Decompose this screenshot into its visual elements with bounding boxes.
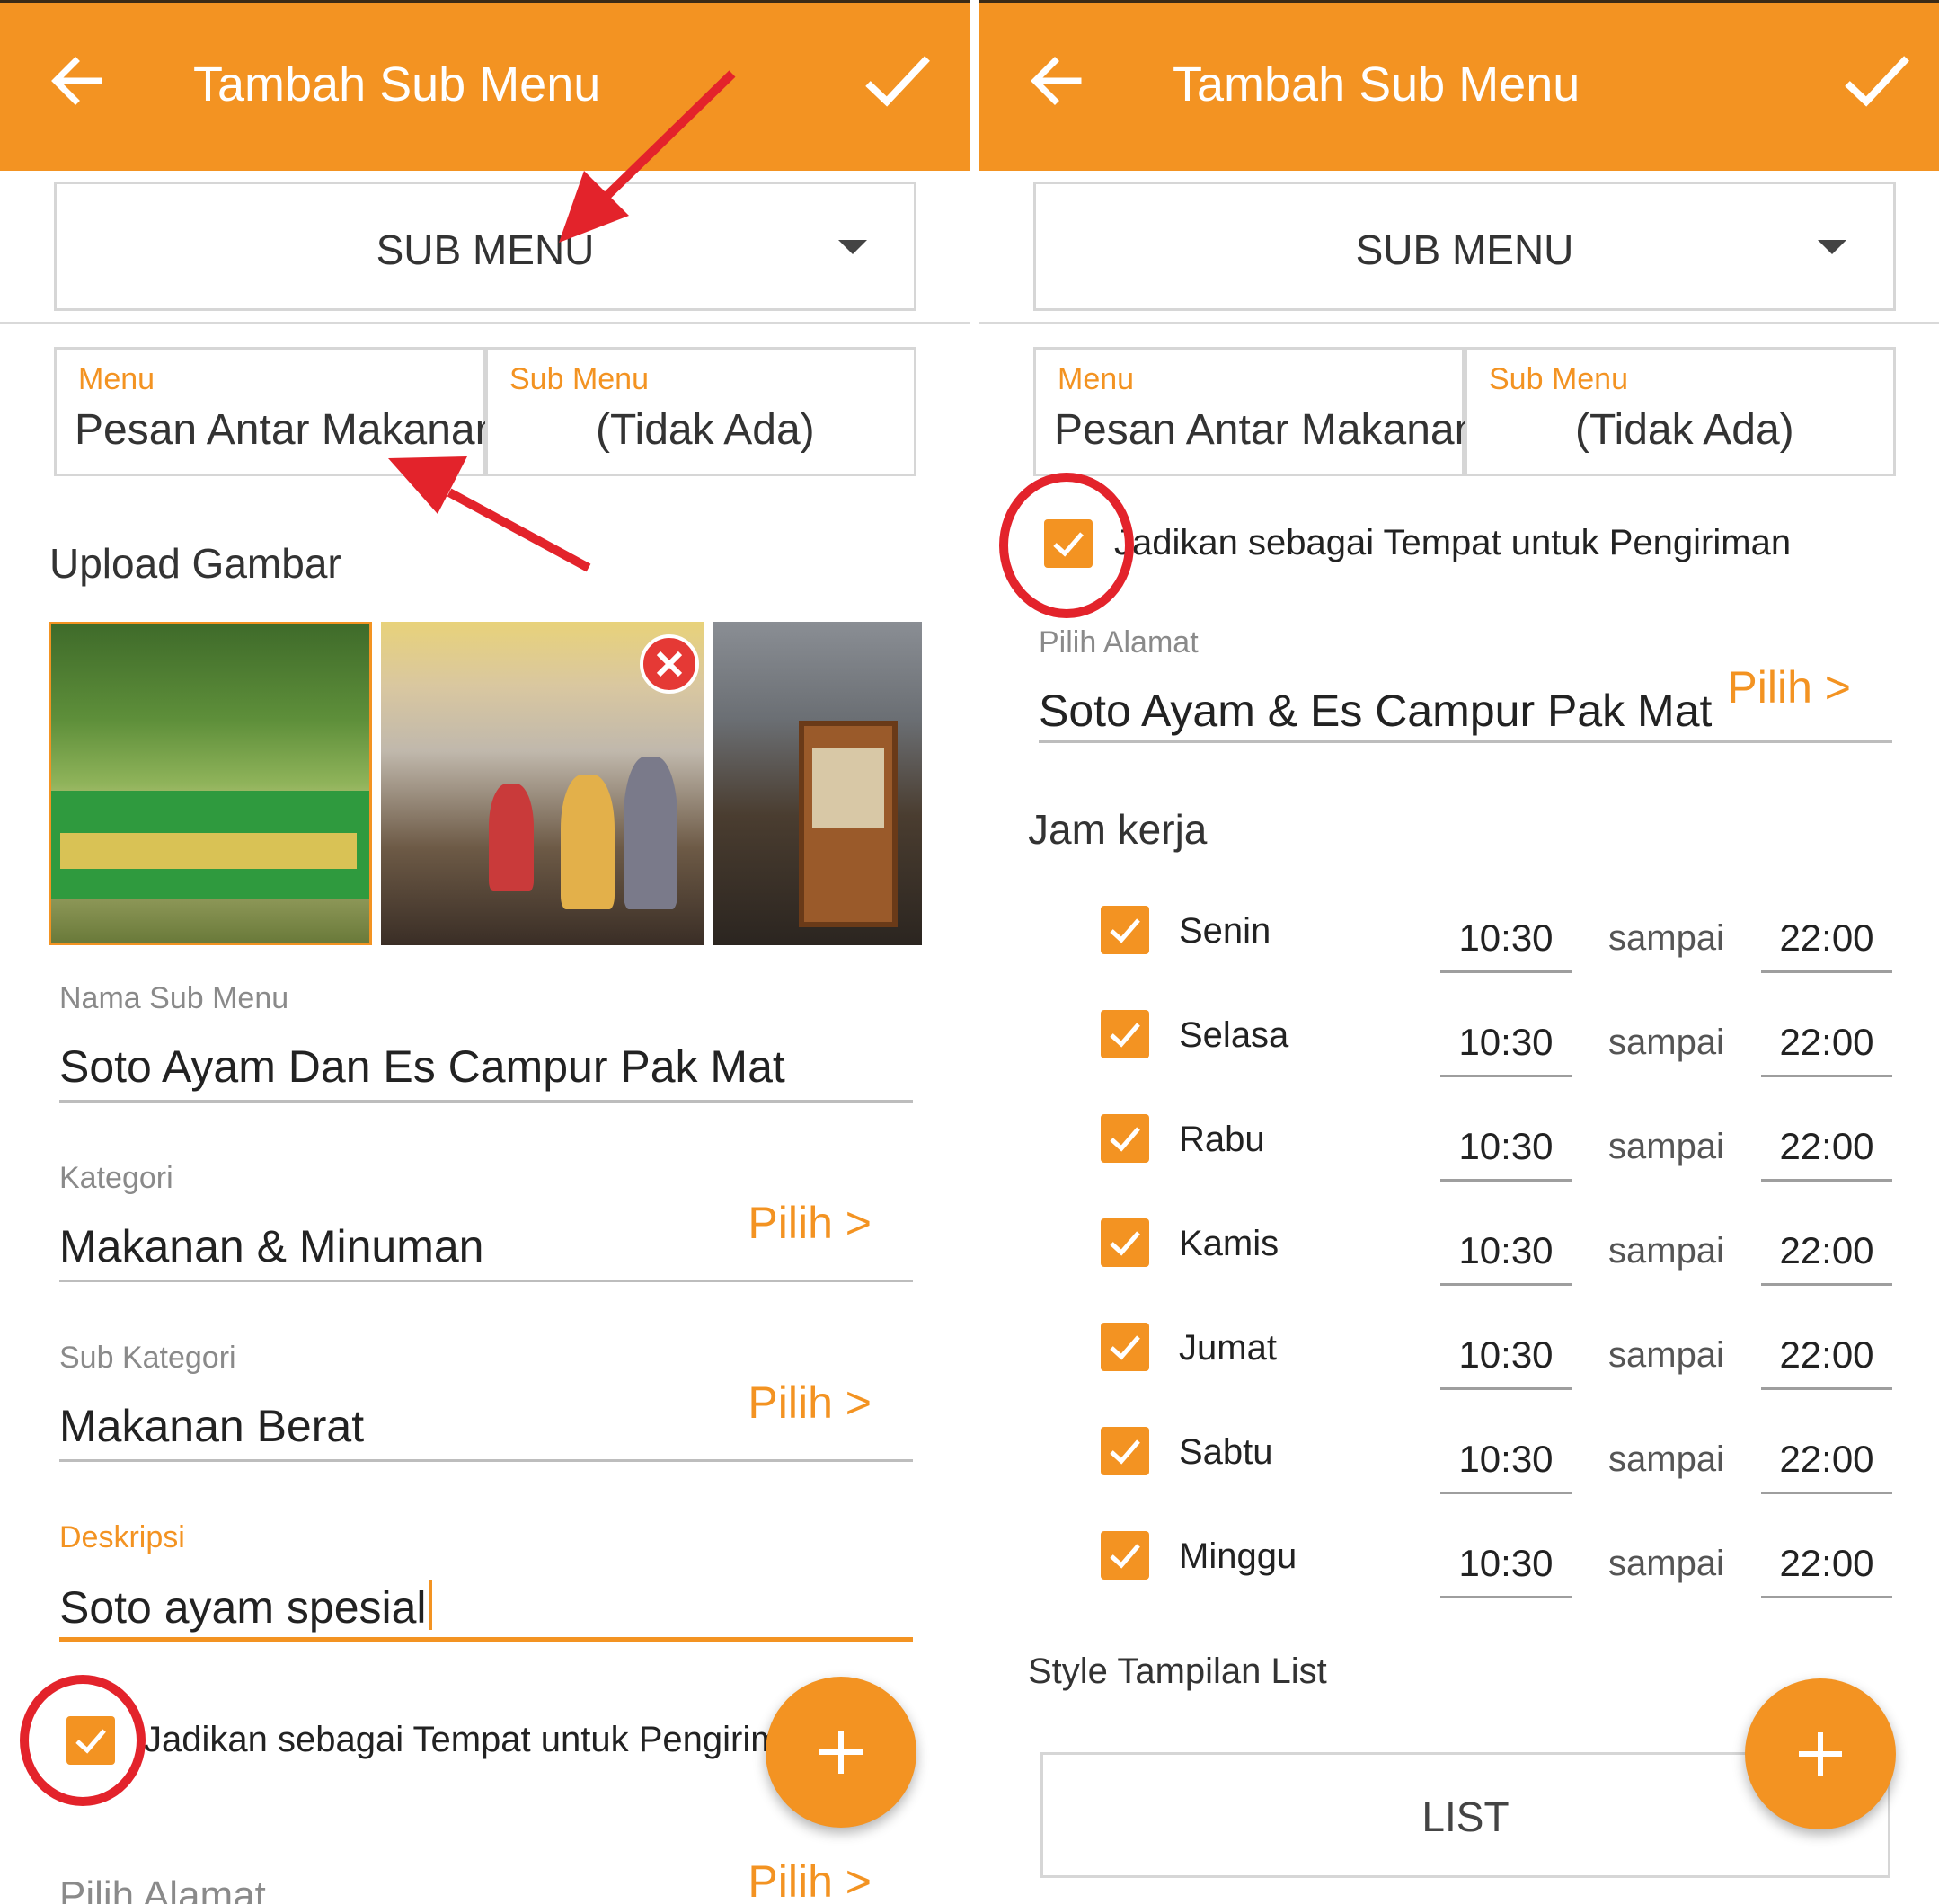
time-from-input[interactable]: 10:30	[1440, 1021, 1572, 1064]
pilih-alamat-value: Soto Ayam & Es Campur Pak Mat	[1039, 686, 1713, 736]
jam-kerja-title: Jam kerja	[1028, 806, 1208, 853]
time-from-input[interactable]: 10:30	[1440, 1333, 1572, 1377]
day-name: Senin	[1179, 911, 1271, 951]
checkmark-icon	[1110, 1439, 1140, 1465]
time-from-input[interactable]: 10:30	[1440, 1438, 1572, 1481]
checkmark-icon	[1110, 918, 1140, 943]
time-to-input[interactable]: 22:00	[1761, 1021, 1892, 1064]
checkmark-icon	[1110, 1544, 1140, 1569]
sub-menu-value: (Tidak Ada)	[1575, 406, 1794, 454]
time-from-input[interactable]: 10:30	[1440, 1229, 1572, 1272]
sampai-label: sampai	[1608, 918, 1724, 958]
menu-box[interactable]: Menu Pesan Antar Makanan	[1033, 347, 1478, 476]
day-checkbox[interactable]	[1101, 1114, 1149, 1163]
right-screen: Tambah Sub Menu SUB MENU Menu Pesan Anta…	[979, 0, 1939, 1904]
pilih-alamat-link[interactable]: Pilih >	[1727, 661, 1851, 713]
day-checkbox[interactable]	[1101, 1531, 1149, 1580]
time-to-input[interactable]: 22:00	[1761, 1438, 1892, 1481]
divider	[979, 322, 1939, 324]
day-row: Minggu 10:30 sampai 22:00	[979, 1524, 1939, 1614]
checkmark-icon	[1110, 1127, 1140, 1152]
annotation-arrows	[388, 70, 736, 572]
time-from-input[interactable]: 10:30	[1440, 1542, 1572, 1585]
day-checkbox[interactable]	[1101, 1218, 1149, 1267]
add-fab-button[interactable]	[1745, 1678, 1896, 1829]
day-row: Senin 10:30 sampai 22:00	[979, 899, 1939, 988]
time-to-input[interactable]: 22:00	[1761, 1542, 1892, 1585]
menu-type-selected: SUB MENU	[1355, 226, 1574, 273]
day-row: Sabtu 10:30 sampai 22:00	[979, 1420, 1939, 1510]
split-divider	[970, 0, 979, 1904]
annotation-circle	[999, 473, 1134, 618]
menu-label: Menu	[1058, 362, 1135, 396]
pilih-alamat-field[interactable]: Pilih Alamat Soto Ayam & Es Campur Pak M…	[1039, 625, 1892, 751]
menu-value: Pesan Antar Makanan	[1054, 406, 1479, 454]
style-tampilan-title: Style Tampilan List	[1028, 1652, 1327, 1691]
app-bar: Tambah Sub Menu	[979, 0, 1939, 171]
caret-down-icon	[1818, 240, 1846, 254]
checkmark-icon	[1110, 1023, 1140, 1048]
sampai-label: sampai	[1608, 1231, 1724, 1271]
arrow-left-icon[interactable]	[1024, 49, 1087, 112]
menu-type-dropdown[interactable]: SUB MENU	[1033, 182, 1896, 311]
sampai-label: sampai	[1608, 1439, 1724, 1479]
day-name: Sabtu	[1179, 1432, 1273, 1472]
day-checkbox[interactable]	[1101, 906, 1149, 954]
time-to-input[interactable]: 22:00	[1761, 1125, 1892, 1168]
time-to-input[interactable]: 22:00	[1761, 917, 1892, 960]
checkmark-icon	[1110, 1335, 1140, 1360]
sampai-label: sampai	[1608, 1127, 1724, 1166]
menu-path: Menu Pesan Antar Makanan Sub Menu (Tidak…	[1033, 347, 1896, 476]
time-to-input[interactable]: 22:00	[1761, 1229, 1892, 1272]
day-name: Jumat	[1179, 1328, 1277, 1368]
check-icon[interactable]	[1842, 49, 1912, 112]
day-row: Kamis 10:30 sampai 22:00	[979, 1211, 1939, 1301]
pilih-alamat-label: Pilih Alamat	[1039, 625, 1199, 660]
day-name: Rabu	[1179, 1120, 1265, 1159]
time-to-input[interactable]: 22:00	[1761, 1333, 1892, 1377]
day-name: Kamis	[1179, 1224, 1279, 1263]
time-from-input[interactable]: 10:30	[1440, 917, 1572, 960]
page-title: Tambah Sub Menu	[1173, 58, 1580, 111]
day-checkbox[interactable]	[1101, 1010, 1149, 1058]
annotation-arrowhead	[388, 456, 467, 514]
day-row: Jumat 10:30 sampai 22:00	[979, 1315, 1939, 1405]
sampai-label: sampai	[1608, 1335, 1724, 1375]
left-screen: Tambah Sub Menu SUB MENU Menu Pesan Anta…	[0, 0, 970, 1904]
day-checkbox[interactable]	[1101, 1323, 1149, 1371]
sampai-label: sampai	[1608, 1023, 1724, 1062]
day-row: Rabu 10:30 sampai 22:00	[979, 1107, 1939, 1197]
day-name: Minggu	[1179, 1536, 1297, 1576]
time-from-input[interactable]: 10:30	[1440, 1125, 1572, 1168]
sub-menu-box[interactable]: Sub Menu (Tidak Ada)	[1465, 347, 1896, 476]
checkmark-icon	[1110, 1231, 1140, 1256]
day-checkbox[interactable]	[1101, 1427, 1149, 1475]
day-name: Selasa	[1179, 1015, 1289, 1055]
sampai-label: sampai	[1608, 1544, 1724, 1583]
sub-menu-label: Sub Menu	[1489, 362, 1628, 396]
delivery-checkbox-label: Jadikan sebagai Tempat untuk Pengiriman	[1114, 523, 1792, 562]
day-row: Selasa 10:30 sampai 22:00	[979, 1003, 1939, 1093]
